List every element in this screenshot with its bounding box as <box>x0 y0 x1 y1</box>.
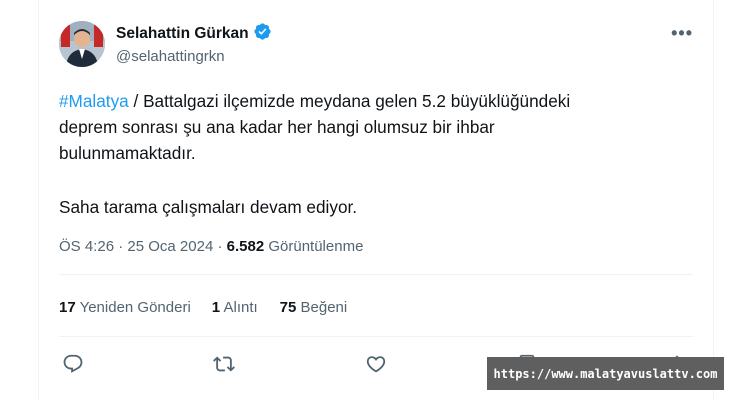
divider <box>59 336 693 337</box>
more-options-icon[interactable]: ••• <box>671 23 693 44</box>
author-name-row: Selahattin Gürkan <box>116 22 272 46</box>
like-icon[interactable] <box>362 350 390 378</box>
author-display-name[interactable]: Selahattin Gürkan <box>116 25 249 43</box>
retweets-count: 17 <box>59 299 76 316</box>
tweet-card: Selahattin Gürkan @selahattingrkn ••• #M… <box>38 0 714 400</box>
tweet-stats: 17 Yeniden Gönderi 1 Alıntı 75 Beğeni <box>59 299 347 316</box>
quotes-count: 1 <box>211 299 221 316</box>
tweet-line-2: deprem sonrası şu ana kadar her hangi ol… <box>59 117 495 137</box>
watermark-banner: https://www.malatyavuslattv.com <box>487 357 724 390</box>
retweets-label: Yeniden Gönderi <box>75 299 191 316</box>
tweet-meta: ÖS 4:26 · 25 Oca 2024 · 6.582 Görüntülen… <box>59 238 363 255</box>
tweet-line-4: Saha tarama çalışmaları devam ediyor. <box>59 197 358 217</box>
likes-count: 75 <box>279 299 297 316</box>
avatar[interactable] <box>59 21 105 67</box>
tweet-line-1: #Malatya / Battalgazi ilçemizde meydana … <box>59 88 689 114</box>
likes-stat[interactable]: 75 Beğeni <box>280 299 348 316</box>
author-handle[interactable]: @selahattingrkn <box>116 48 225 65</box>
views-count: 6.582 <box>226 238 265 255</box>
tweet-text: #Malatya / Battalgazi ilçemizde meydana … <box>59 88 689 220</box>
verified-badge-icon <box>253 22 272 46</box>
quotes-stat[interactable]: 1 Alıntı <box>212 299 258 316</box>
meta-separator: · <box>114 238 128 255</box>
retweets-stat[interactable]: 17 Yeniden Gönderi <box>59 299 191 316</box>
hashtag-link[interactable]: #Malatya <box>59 91 129 111</box>
tweet-date[interactable]: 25 Oca 2024 <box>127 238 213 255</box>
views-label: Görüntülenme <box>264 238 364 255</box>
retweet-icon[interactable] <box>210 350 238 378</box>
meta-separator: · <box>213 238 227 255</box>
reply-icon[interactable] <box>59 350 87 378</box>
likes-label: Beğeni <box>296 299 348 316</box>
tweet-line-3: bulunmamaktadır. <box>59 143 196 163</box>
tweet-time[interactable]: ÖS 4:26 <box>59 238 114 255</box>
quotes-label: Alıntı <box>220 299 258 316</box>
tweet-line-1-text: / Battalgazi ilçemizde meydana gelen 5.2… <box>128 91 571 111</box>
divider <box>59 274 693 275</box>
